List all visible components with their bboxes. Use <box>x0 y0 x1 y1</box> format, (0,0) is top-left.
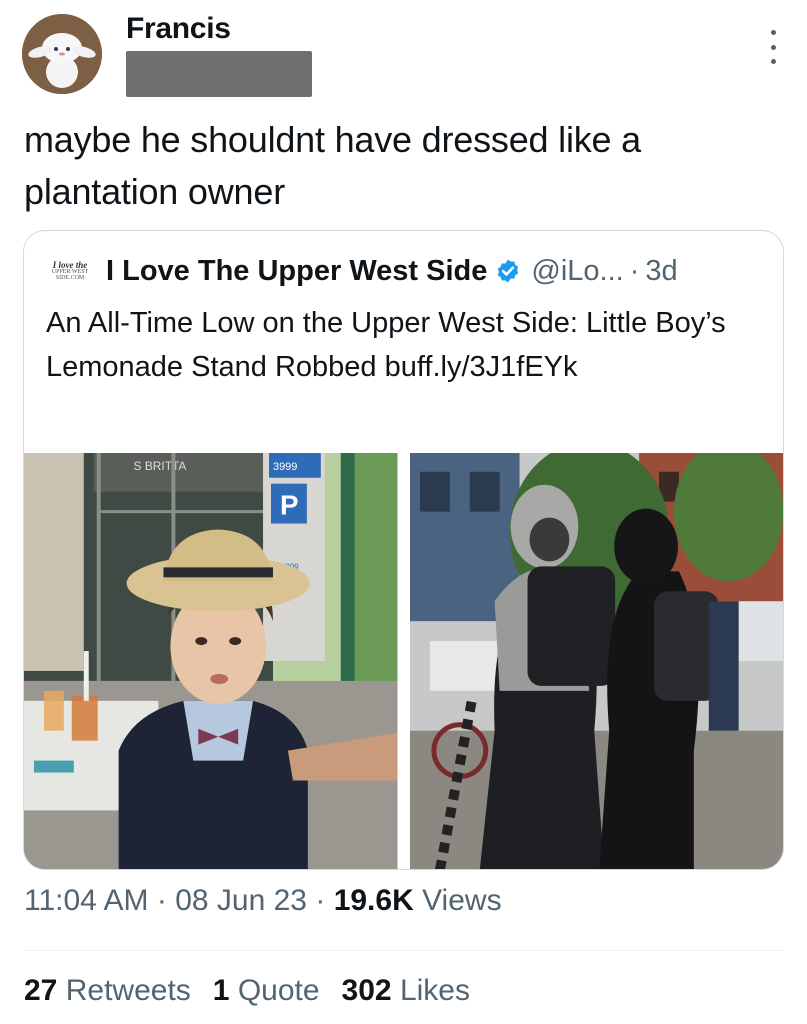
views-count: 19.6K <box>333 884 414 917</box>
likes-stat[interactable]: 302 Likes <box>342 974 470 1008</box>
retweets-label: Retweets <box>65 974 191 1007</box>
likes-label: Likes <box>399 974 470 1007</box>
author-name[interactable]: Francis <box>126 12 231 46</box>
verified-badge-icon <box>498 259 519 283</box>
logo-line-3: SIDE.COM <box>55 275 85 281</box>
plush-toy-avatar-icon <box>22 14 102 94</box>
tweet-text: maybe he shouldnt have dressed like a pl… <box>24 119 641 212</box>
photo-hooded-figures[interactable] <box>409 453 783 869</box>
likes-count: 302 <box>341 974 392 1007</box>
tweet-timestamp[interactable]: 11:04 AM <box>24 884 149 917</box>
photo-boy-with-hat[interactable]: S BRITTA 3999 P 3999 <box>24 453 398 869</box>
redacted-handle <box>126 51 312 97</box>
separator-dot: · <box>156 884 167 917</box>
more-options-icon[interactable] <box>763 30 783 64</box>
retweets-count: 27 <box>24 974 58 1007</box>
quoted-author-name[interactable]: I Love The Upper West Side <box>106 255 487 288</box>
quoted-author-handle[interactable]: @iLo... <box>531 255 623 288</box>
separator-dot: · <box>629 254 640 287</box>
quoted-tweet-media: S BRITTA 3999 P 3999 <box>24 453 783 869</box>
quoted-tweet-age[interactable]: 3d <box>645 255 677 288</box>
divider <box>24 950 783 951</box>
tweet-date[interactable]: 08 Jun 23 <box>175 884 307 917</box>
quoted-tweet-text: An All-Time Low on the Upper West Side: … <box>46 307 726 383</box>
views-label: Views <box>422 884 502 917</box>
quoted-tweet-card[interactable]: I love the UPPER WEST SIDE.COM I Love Th… <box>23 230 784 870</box>
quoted-account-logo[interactable]: I love the UPPER WEST SIDE.COM <box>46 254 94 288</box>
separator-dot: · <box>315 884 326 917</box>
tweet-meta-line: 11:04 AM · 08 Jun 23 · 19.6K Views <box>24 884 502 918</box>
retweets-stat[interactable]: 27 Retweets <box>24 974 191 1008</box>
storefront-sign-text: S BRITTA <box>134 459 187 473</box>
quotes-count: 1 <box>212 974 230 1007</box>
engagement-stats: 27 Retweets 1 Quote 302 Likes <box>24 974 470 1008</box>
parking-sign-letter: P <box>280 490 299 521</box>
logo-line-1: I love the <box>52 260 88 270</box>
avatar[interactable] <box>22 14 102 94</box>
quotes-label: Quote <box>237 974 320 1007</box>
meter-number-top: 3999 <box>273 461 297 473</box>
quotes-stat[interactable]: 1 Quote <box>213 974 320 1008</box>
quoted-tweet-header: I love the UPPER WEST SIDE.COM I Love Th… <box>46 251 773 291</box>
